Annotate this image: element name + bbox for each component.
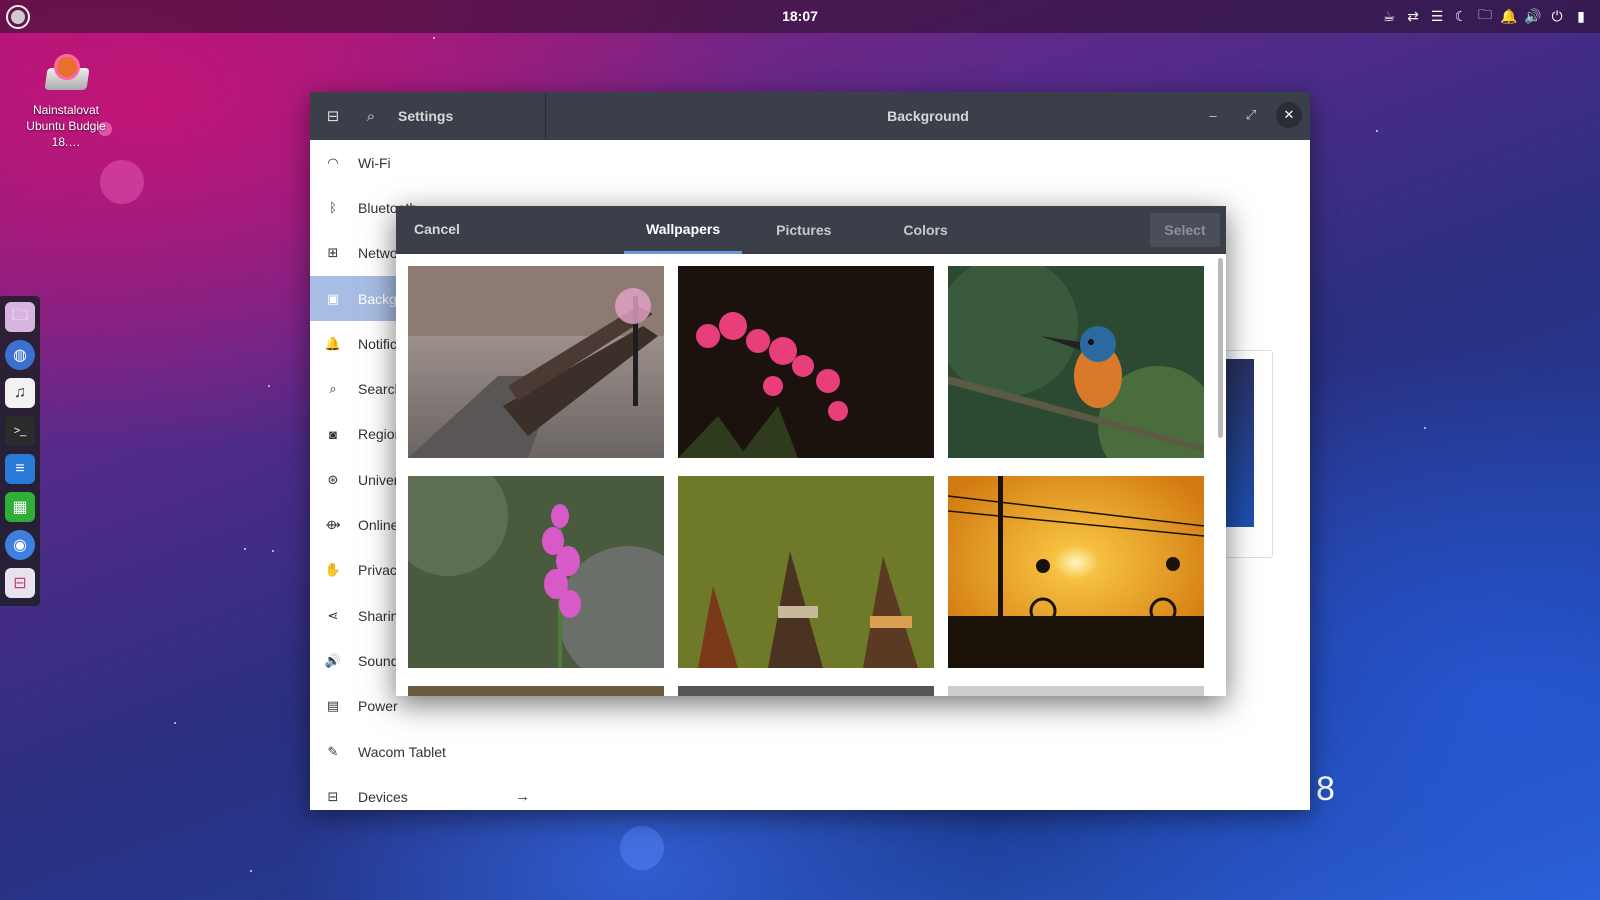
star xyxy=(174,722,176,724)
system-tray: ☕ ⇄ ☰ ☾ 🗀 🔔 🔊 ⏻ ▮ xyxy=(1380,6,1590,26)
wallpaper-grid xyxy=(408,266,1214,696)
star xyxy=(1376,130,1378,132)
search-icon: ⌕ xyxy=(329,381,337,397)
star xyxy=(250,870,252,872)
music-app-icon[interactable]: ♫ xyxy=(5,378,35,408)
notifications-bell-icon[interactable]: 🔔 xyxy=(1500,6,1518,26)
dialog-tabs: Wallpapers Pictures Colors xyxy=(624,206,970,254)
desktop-corner-text: 8 xyxy=(1316,770,1335,808)
sidebar-item-label: Sound xyxy=(358,652,399,669)
volume-icon[interactable]: 🔊 xyxy=(1524,6,1542,26)
tab-pictures[interactable]: Pictures xyxy=(754,206,853,254)
tablet-icon: ✎ xyxy=(327,743,339,759)
settings-app-icon: ⊟ xyxy=(326,108,340,125)
sidebar-item-devices[interactable]: ⊟ Devices → xyxy=(310,774,546,819)
top-panel: 18:07 ☕ ⇄ ☰ ☾ 🗀 🔔 🔊 ⏻ ▮ xyxy=(0,0,1600,33)
folder-icon[interactable]: 🗀 xyxy=(1476,6,1494,26)
tab-colors[interactable]: Colors xyxy=(881,206,969,254)
menu-lines-icon[interactable]: ☰ xyxy=(1428,6,1446,26)
online-accounts-icon: ⟴ xyxy=(325,517,341,533)
foxglove-wallpaper xyxy=(408,476,664,668)
wallpaper-thumbnail[interactable] xyxy=(948,476,1204,668)
budgie-menu-button[interactable] xyxy=(6,5,30,29)
accessibility-icon: ⊛ xyxy=(327,471,339,487)
wallpaper-thumbnail[interactable] xyxy=(408,476,664,668)
sidebar-item-label: Power xyxy=(358,698,398,715)
wallpaper-thumbnail[interactable] xyxy=(678,686,934,696)
close-icon[interactable]: ✕ xyxy=(1276,102,1302,128)
caffeine-icon[interactable]: ☕ xyxy=(1380,6,1398,26)
search-icon[interactable]: ⌕ xyxy=(356,101,386,131)
desktop-icon-install-ubuntu[interactable]: Nainstalovat Ubuntu Budgie 18.… xyxy=(22,54,110,150)
battery-icon[interactable]: ▮ xyxy=(1572,6,1590,26)
star xyxy=(244,548,246,550)
chrome-app-icon[interactable]: ◉ xyxy=(5,530,35,560)
cancel-button[interactable]: Cancel xyxy=(414,221,460,237)
bell-icon: 🔔 xyxy=(324,335,342,351)
headerbar-left: ⊟ ⌕ Settings xyxy=(310,92,546,140)
wallpaper-thumbnail[interactable] xyxy=(948,686,1204,696)
budgie-logo-icon xyxy=(11,10,25,24)
desktop-icon-label: Nainstalovat Ubuntu Budgie 18.… xyxy=(26,103,106,149)
calc-app-icon[interactable]: ▦ xyxy=(5,492,35,522)
dock: 🗀 ◍ ♫ >_ ≡ ▦ ◉ ⊟ xyxy=(0,296,40,606)
settings-title: Settings xyxy=(398,108,454,124)
sunset-cyclists-wallpaper xyxy=(948,476,1204,668)
power-icon[interactable]: ⏻ xyxy=(1548,6,1566,26)
arrow-right-icon: → xyxy=(515,788,530,806)
bluetooth-icon: ᛒ xyxy=(329,200,337,216)
star xyxy=(1424,427,1426,429)
sidebar-item-wacom-tablet[interactable]: ✎ Wacom Tablet xyxy=(310,729,546,774)
web-browser-app-icon[interactable]: ◍ xyxy=(5,340,35,370)
kingfisher-wallpaper xyxy=(948,266,1204,458)
bokeh-circle xyxy=(100,160,144,204)
sidebar-item-label: Devices xyxy=(358,788,408,805)
files-app-icon[interactable]: 🗀 xyxy=(5,302,35,332)
writer-app-icon[interactable]: ≡ xyxy=(5,454,35,484)
panel-clock[interactable]: 18:07 xyxy=(0,8,1600,24)
wallpaper-thumbnail[interactable] xyxy=(408,266,664,458)
wallpaper-thumbnail[interactable] xyxy=(678,266,934,458)
wallpaper-chooser-dialog: Cancel Wallpapers Pictures Colors Select xyxy=(396,206,1226,696)
star xyxy=(433,37,435,39)
network-icon: ⊞ xyxy=(327,245,339,261)
bokeh-circle xyxy=(620,826,664,870)
wallpaper-thumbnail[interactable] xyxy=(678,476,934,668)
wallpaper-thumbnail[interactable] xyxy=(408,686,664,696)
night-light-icon[interactable]: ☾ xyxy=(1452,6,1470,26)
installer-icon xyxy=(42,54,90,96)
power-icon: ▤ xyxy=(326,698,340,714)
speaker-icon: 🔊 xyxy=(324,652,342,668)
wallpaper-grid-scrollbar[interactable] xyxy=(1218,258,1223,438)
network-transfer-icon[interactable]: ⇄ xyxy=(1404,6,1422,26)
sidebar-item-label: Wi-Fi xyxy=(358,154,391,171)
sidebar-item-label: Wacom Tablet xyxy=(358,743,446,760)
camera-icon: ◙ xyxy=(329,426,337,442)
star xyxy=(268,385,270,387)
share-icon: ⋖ xyxy=(327,607,339,623)
minimize-icon[interactable]: – xyxy=(1200,102,1226,128)
settings-headerbar: ⊟ ⌕ Settings Background – ⤢ ✕ xyxy=(310,92,1310,140)
wallpaper-thumbnail[interactable] xyxy=(948,266,1204,458)
background-icon: ▣ xyxy=(326,290,340,306)
dialog-headerbar: Cancel Wallpapers Pictures Colors Select xyxy=(396,206,1226,254)
pink-flowers-wallpaper xyxy=(678,266,934,458)
settings-app-icon[interactable]: ⊟ xyxy=(5,568,35,598)
boats-wallpaper xyxy=(678,476,934,668)
sidebar-item-wifi[interactable]: ◠ Wi-Fi xyxy=(310,140,546,185)
terminal-app-icon[interactable]: >_ xyxy=(5,416,35,446)
wifi-icon: ◠ xyxy=(327,154,339,170)
maximize-icon[interactable]: ⤢ xyxy=(1238,102,1264,128)
hand-icon: ✋ xyxy=(324,562,342,578)
panel-title: Background xyxy=(887,108,969,124)
devices-icon: ⊟ xyxy=(327,788,339,804)
star xyxy=(272,550,274,552)
tab-wallpapers[interactable]: Wallpapers xyxy=(624,206,743,254)
park-bench-wallpaper xyxy=(408,266,664,458)
window-controls: – ⤢ ✕ xyxy=(1200,102,1302,128)
select-button[interactable]: Select xyxy=(1150,213,1220,247)
